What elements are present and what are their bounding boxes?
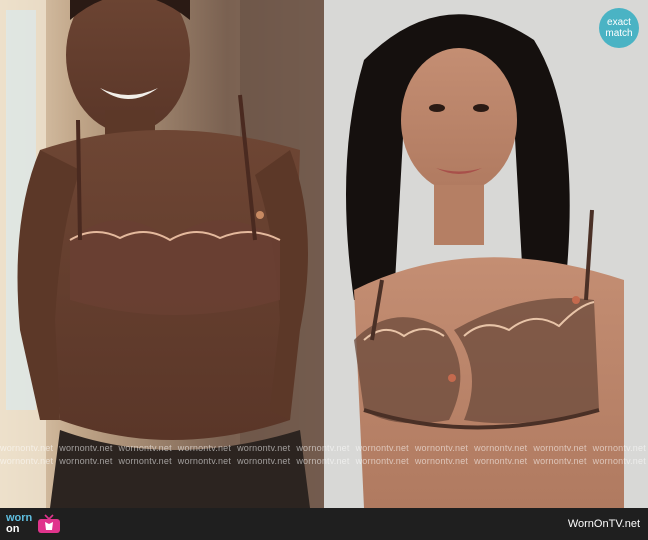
watermark-text: wornontv.net	[592, 443, 646, 453]
tv-icon	[38, 514, 61, 533]
tv-still-illustration	[0, 0, 324, 508]
badge-line1: exact	[607, 17, 631, 28]
watermark-text: wornontv.net	[414, 443, 469, 453]
watermark-text: wornontv.net	[296, 456, 350, 466]
watermark-text: wornontv.net	[59, 443, 113, 453]
watermark-text: wornontv.net	[474, 456, 528, 466]
logo-line2: on	[6, 523, 20, 535]
watermark-text: wornontv.net	[355, 456, 409, 466]
watermark-row: wornontv.net wornontv.net wornontv.net worn…	[0, 443, 648, 453]
watermark-text: wornontv.net	[59, 456, 113, 466]
tv-still-photo	[0, 0, 324, 508]
product-illustration	[324, 0, 648, 508]
watermark-text: wornontv.net	[237, 456, 291, 466]
watermark-text: wornontv.net	[296, 443, 350, 453]
watermark-row: wornontv.net wornontv.net wornontv.net worn…	[0, 456, 648, 466]
watermark-text: wornontv.net	[533, 443, 587, 453]
watermark-text: wornontv.net	[118, 456, 172, 466]
site-url[interactable]: WornOnTV.net	[568, 518, 640, 530]
watermark-text: wornontv.net	[474, 443, 528, 453]
exact-match-badge: exact match	[599, 8, 639, 48]
watermark-text: wornontv.net	[0, 456, 54, 466]
watermark-text: wornontv.net	[177, 443, 232, 453]
product-photo	[324, 0, 648, 508]
watermark-text: wornontv.net	[0, 443, 54, 453]
logo-text: worn on	[6, 513, 32, 535]
badge-line2: match	[605, 28, 633, 39]
site-logo[interactable]: worn on	[6, 513, 61, 535]
photo-collage: wornontv.net wornontv.net wornontv.net worn…	[0, 0, 648, 508]
watermark-text: wornontv.net	[414, 456, 469, 466]
watermark-text: wornontv.net	[237, 443, 291, 453]
watermark-text: wornontv.net	[592, 456, 646, 466]
watermark-text: wornontv.net	[355, 443, 409, 453]
watermark-text: wornontv.net	[177, 456, 232, 466]
watermark-text: wornontv.net	[533, 456, 587, 466]
watermark-text: wornontv.net	[118, 443, 172, 453]
footer-bar: worn on WornOnTV.net	[0, 508, 648, 540]
